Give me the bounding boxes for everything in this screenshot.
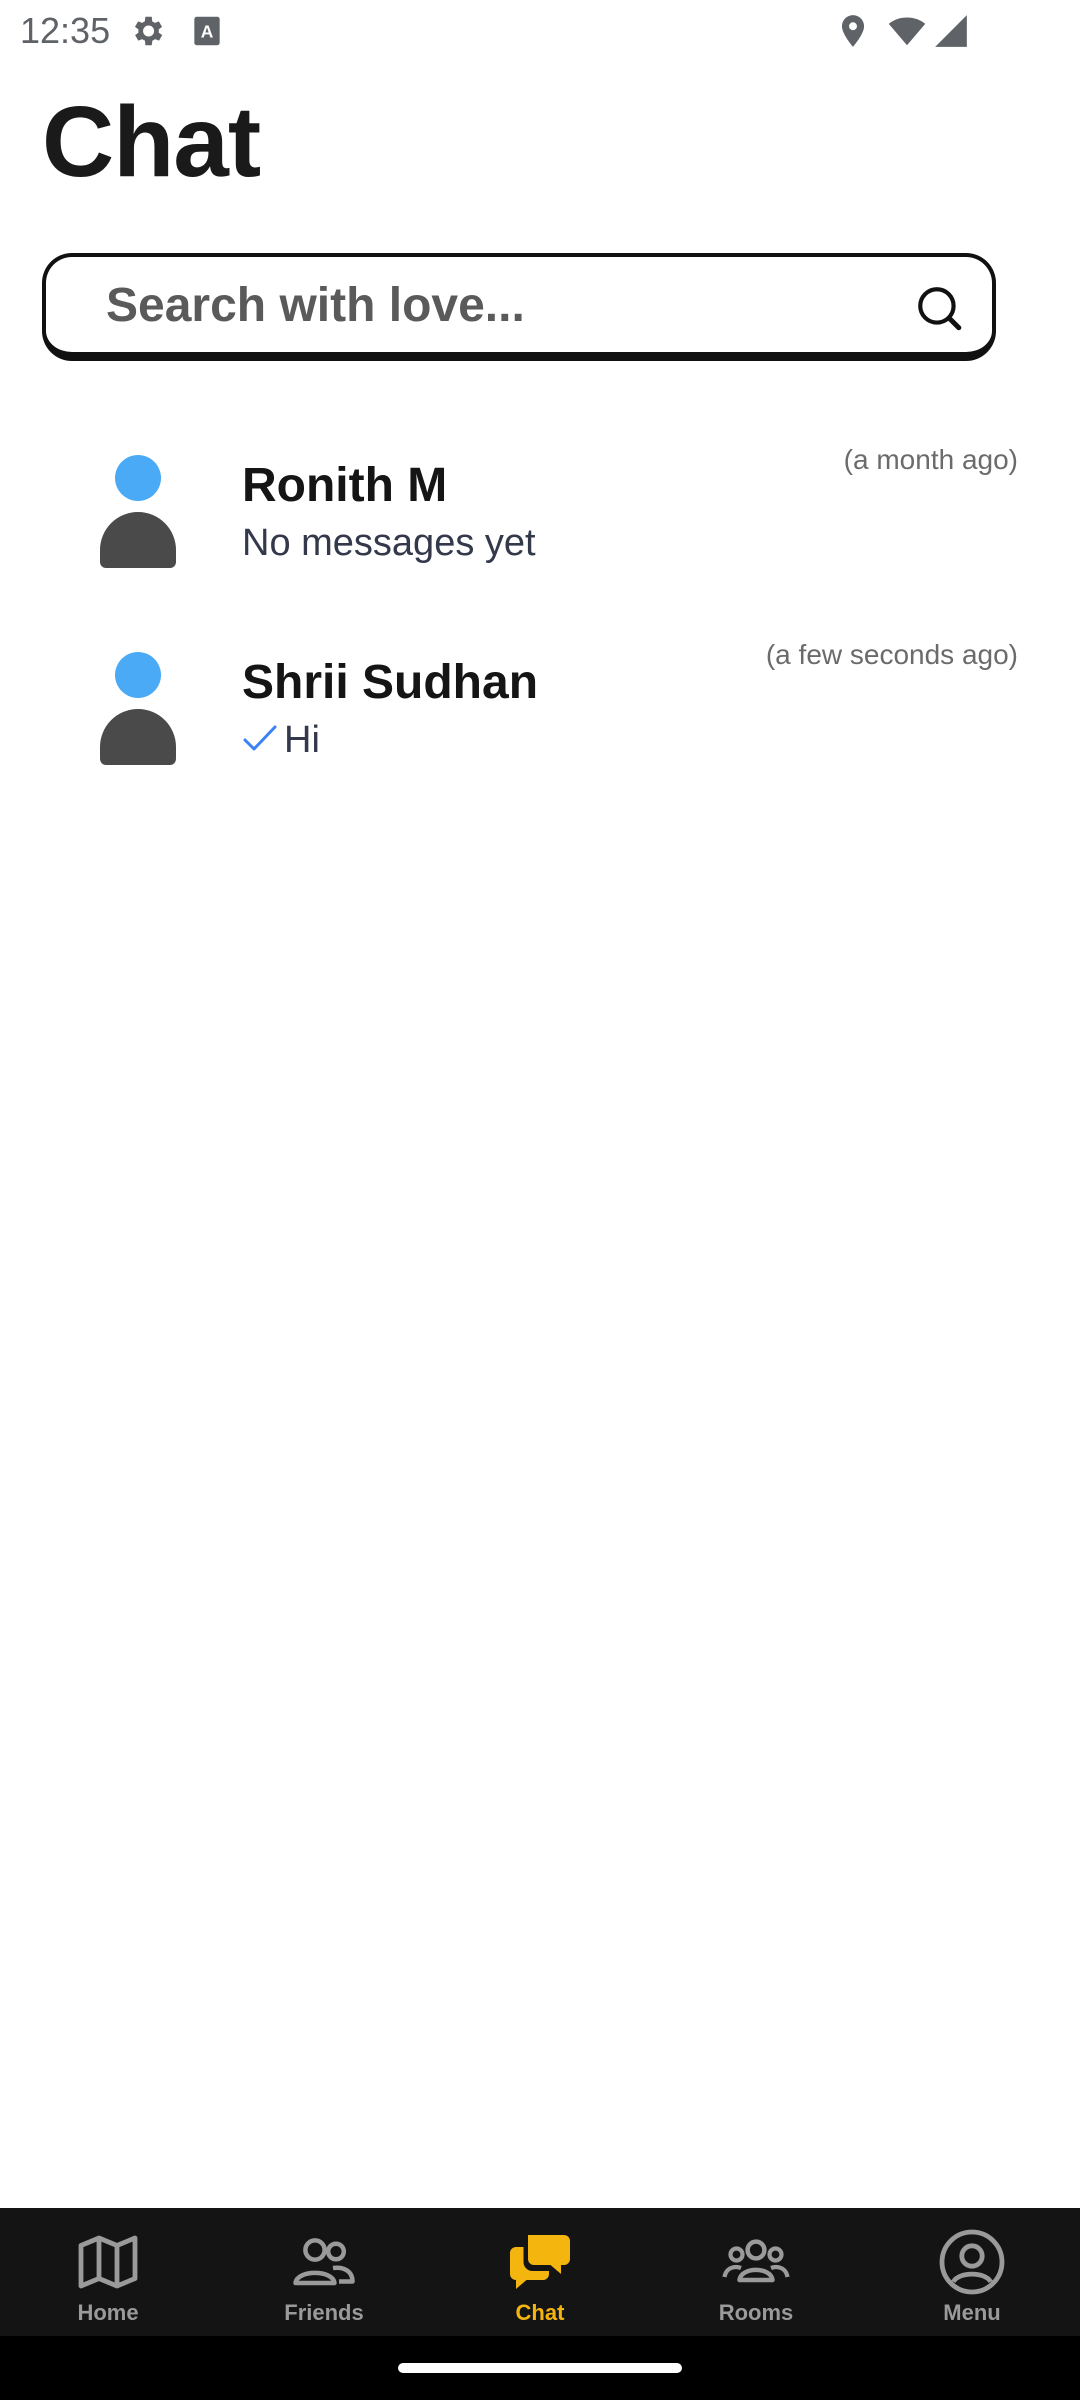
message-time: (a month ago) — [843, 444, 1018, 475]
map-icon — [72, 2226, 144, 2298]
message-time: (a few seconds ago) — [765, 639, 1018, 670]
bottom-navigation: Home Friends Chat Rooms Menu — [0, 2208, 1080, 2336]
signal-icon — [932, 12, 970, 50]
status-bar: 12:35 A — [0, 0, 1080, 62]
status-time: 12:35 — [20, 10, 111, 51]
home-gesture-handle[interactable] — [398, 2363, 682, 2373]
nav-label: Home — [77, 2300, 139, 2325]
group-icon — [720, 2226, 792, 2298]
conversation-item[interactable]: Ronith M No messages yet (a month ago) — [0, 430, 1080, 620]
nav-chat[interactable]: Chat — [432, 2208, 648, 2336]
nav-friends[interactable]: Friends — [216, 2208, 432, 2336]
read-check-icon — [242, 721, 278, 751]
message-preview: No messages yet — [242, 522, 536, 564]
page-title: Chat — [42, 86, 261, 198]
nav-label: Rooms — [718, 2300, 794, 2325]
search-bar[interactable] — [42, 253, 996, 361]
avatar — [96, 651, 180, 765]
chat-screen: 12:35 A Chat Ronith M — [0, 0, 1080, 2400]
message-preview-row: Hi — [242, 719, 320, 762]
nav-rooms[interactable]: Rooms — [648, 2208, 864, 2336]
settings-icon — [128, 12, 166, 50]
contact-name: Ronith M — [242, 459, 448, 512]
nav-home[interactable]: Home — [0, 2208, 216, 2336]
message-preview: Hi — [284, 719, 320, 761]
wifi-icon — [888, 12, 926, 50]
nav-label: Friends — [284, 2300, 364, 2325]
nav-label: Menu — [943, 2300, 1001, 2325]
chat-bubbles-icon — [504, 2226, 576, 2298]
keyboard-a-icon: A — [188, 12, 226, 50]
friends-icon — [288, 2226, 360, 2298]
nav-label: Chat — [515, 2300, 565, 2325]
search-input[interactable] — [106, 275, 886, 335]
contact-name: Shrii Sudhan — [242, 656, 539, 709]
nav-menu[interactable]: Menu — [864, 2208, 1080, 2336]
location-icon — [834, 12, 872, 50]
avatar — [96, 454, 180, 568]
profile-circle-icon — [936, 2226, 1008, 2298]
gesture-area — [0, 2336, 1080, 2400]
conversation-item[interactable]: Shrii Sudhan Hi (a few seconds ago) — [0, 627, 1080, 817]
search-icon[interactable] — [914, 283, 964, 333]
svg-text:A: A — [201, 21, 214, 41]
